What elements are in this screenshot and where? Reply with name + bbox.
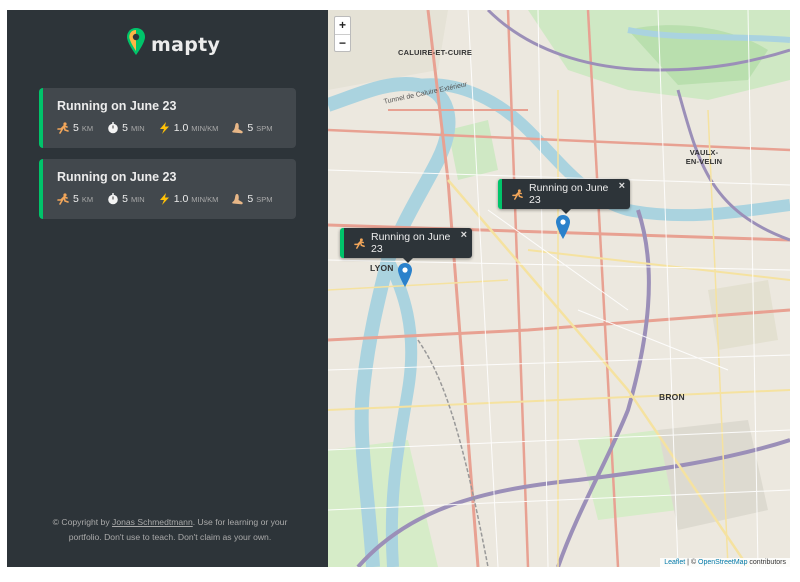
workout-card[interactable]: Running on June 23 5 km 5 mi <box>39 159 296 219</box>
map-tiles <box>328 10 790 567</box>
map-pin-logo-icon <box>127 28 145 61</box>
workout-duration: 5 min <box>106 193 145 205</box>
runner-icon <box>512 188 524 200</box>
popup-text: Running on June 23 <box>371 231 451 255</box>
popup-close-button[interactable]: × <box>619 180 625 192</box>
workout-duration: 5 min <box>106 122 145 134</box>
sidebar: mapty Running on June 23 5 km <box>7 10 328 567</box>
runner-icon <box>57 193 70 205</box>
place-label-bron: BRON <box>659 392 685 402</box>
place-label-caluire: CALUIRE-ET-CUIRE <box>398 48 473 57</box>
workout-title: Running on June 23 <box>57 170 177 184</box>
lightning-icon <box>158 122 171 134</box>
workout-cadence: 5 spm <box>231 193 273 205</box>
logo: mapty <box>127 28 220 61</box>
popup-close-button[interactable]: × <box>461 229 467 241</box>
place-label-lyon: LYON <box>370 263 394 273</box>
footprint-icon <box>231 122 244 134</box>
workout-list: Running on June 23 5 km 5 mi <box>39 88 296 230</box>
lightning-icon <box>158 193 171 205</box>
place-label-vaulx: VAULX-EN-VELIN <box>685 148 723 166</box>
map-marker-icon[interactable] <box>398 263 412 287</box>
stopwatch-icon <box>106 193 119 205</box>
footprint-icon <box>231 193 244 205</box>
leaflet-link[interactable]: Leaflet <box>664 559 685 566</box>
workout-distance: 5 km <box>57 122 93 134</box>
map-marker-icon[interactable] <box>556 215 570 239</box>
popup-text: Running on June 23 <box>529 182 609 206</box>
workout-distance: 5 km <box>57 193 93 205</box>
runner-icon <box>354 237 366 249</box>
workout-popup[interactable]: Running on June 23 × <box>498 179 630 214</box>
map[interactable]: + − CALUIRE-ET-CUIRE Tunnel de Caluire E… <box>328 10 790 567</box>
runner-icon <box>57 122 70 134</box>
workout-card[interactable]: Running on June 23 5 km 5 mi <box>39 88 296 148</box>
app: mapty Running on June 23 5 km <box>7 10 790 567</box>
workout-pace: 1.0 min/km <box>158 193 218 205</box>
zoom-in-button[interactable]: + <box>335 17 350 34</box>
workout-popup[interactable]: Running on June 23 × <box>340 228 472 263</box>
map-attribution: Leaflet | © OpenStreetMap contributors <box>660 558 790 567</box>
stopwatch-icon <box>106 122 119 134</box>
workout-pace: 1.0 min/km <box>158 122 218 134</box>
zoom-control: + − <box>334 16 351 52</box>
osm-link[interactable]: OpenStreetMap <box>698 559 747 566</box>
zoom-out-button[interactable]: − <box>335 34 350 51</box>
workout-title: Running on June 23 <box>57 99 177 113</box>
copyright-text: © Copyright by Jonas Schmedtmann. Use fo… <box>52 517 288 542</box>
logo-text: mapty <box>151 33 221 56</box>
workout-cadence: 5 spm <box>231 122 273 134</box>
author-link[interactable]: Jonas Schmedtmann <box>112 517 193 527</box>
